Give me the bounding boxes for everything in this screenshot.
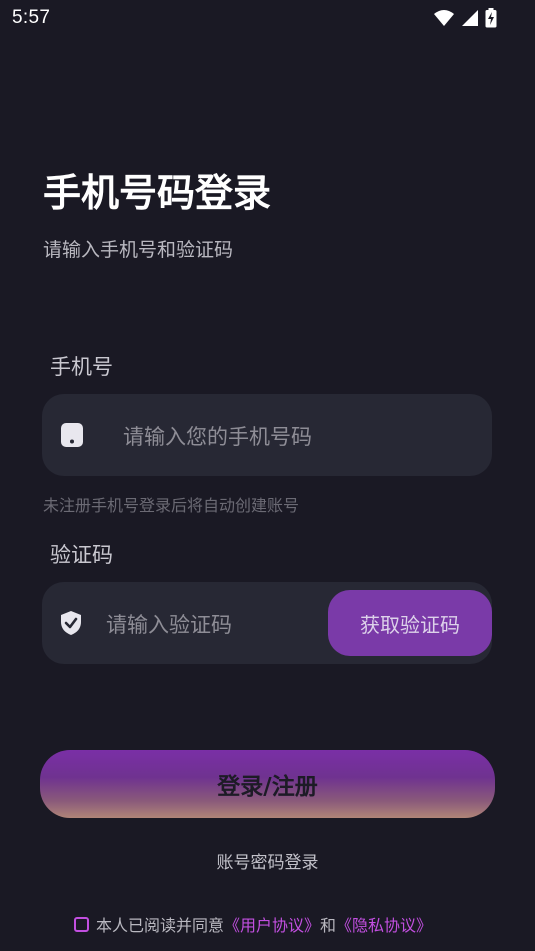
page-title: 手机号码登录: [43, 171, 272, 215]
status-icons: [433, 8, 497, 28]
wifi-icon: [434, 10, 454, 26]
password-login-link[interactable]: 账号密码登录: [0, 848, 535, 873]
login-register-button[interactable]: 登录/注册: [40, 750, 495, 818]
page-subtitle: 请输入手机号和验证码: [43, 239, 234, 261]
code-label: 验证码: [50, 543, 113, 567]
phone-placeholder[interactable]: 请输入您的手机号码: [123, 421, 312, 451]
code-placeholder[interactable]: 请输入验证码: [106, 609, 232, 639]
shield-icon: [61, 611, 81, 635]
cellular-signal-icon: [462, 10, 478, 26]
user-agreement-link[interactable]: 《用户协议》: [224, 912, 320, 936]
phone-icon: [61, 423, 83, 447]
phone-input[interactable]: 请输入您的手机号码: [42, 394, 492, 476]
code-input[interactable]: 请输入验证码 获取验证码: [42, 582, 492, 664]
agreement-checkbox[interactable]: [74, 916, 89, 932]
battery-icon: [485, 8, 497, 28]
phone-hint: 未注册手机号登录后将自动创建账号: [43, 496, 300, 515]
get-code-button[interactable]: 获取验证码: [328, 590, 492, 656]
agreement-connector: 和: [320, 916, 337, 935]
status-bar: 5:57: [0, 0, 535, 36]
privacy-policy-link[interactable]: 《隐私协议》: [336, 912, 432, 936]
agreement-row: 本人已阅读并同意 《用户协议》 和 《隐私协议》: [74, 912, 432, 936]
agreement-prefix: 本人已阅读并同意: [96, 916, 225, 935]
status-time: 5:57: [12, 7, 51, 28]
phone-label: 手机号: [50, 355, 113, 379]
